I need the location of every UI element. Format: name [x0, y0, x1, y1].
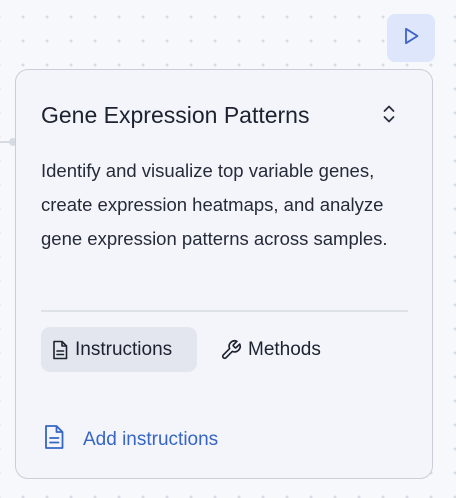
analysis-card: Gene Expression Patterns Identify and vi…: [15, 69, 433, 479]
add-instructions-label: Add instructions: [83, 429, 219, 450]
tab-instructions-label: Instructions: [75, 338, 173, 360]
run-button[interactable]: [387, 14, 435, 62]
document-icon: [43, 424, 65, 456]
card-title: Gene Expression Patterns: [41, 102, 310, 128]
wrench-icon: [220, 339, 242, 361]
divider: [41, 310, 408, 312]
play-icon: [401, 26, 421, 51]
add-instructions-link[interactable]: Add instructions: [43, 424, 218, 456]
tab-methods-label: Methods: [248, 338, 321, 360]
tab-instructions[interactable]: Instructions: [41, 327, 197, 372]
tab-methods[interactable]: Methods: [212, 327, 340, 372]
collapse-toggle[interactable]: [378, 103, 400, 129]
document-icon: [51, 340, 69, 360]
card-description: Identify and visualize top variable gene…: [41, 160, 388, 249]
chevron-up-down-icon: [381, 103, 397, 130]
